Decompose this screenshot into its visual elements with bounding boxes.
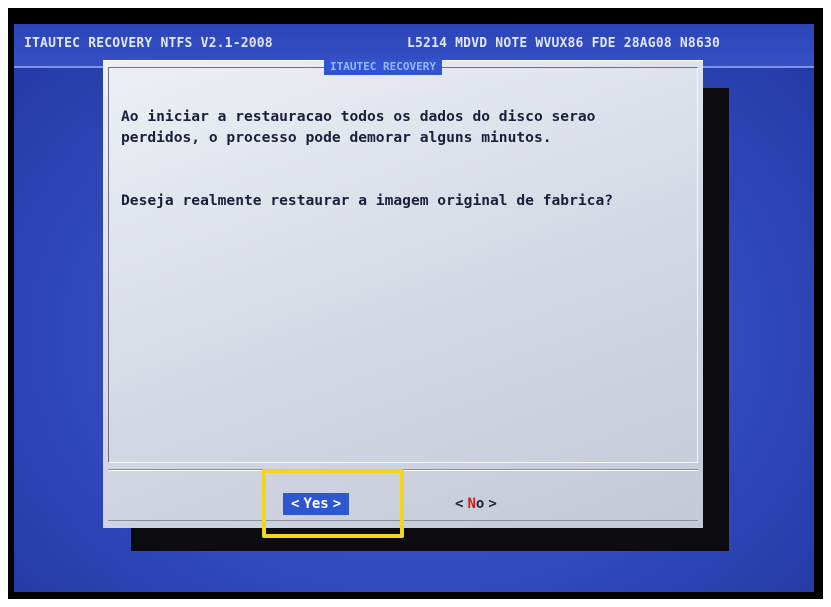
button-separator [108, 469, 698, 471]
dialog-bottom-rule [108, 520, 698, 521]
yes-button[interactable]: < Yes > [283, 493, 350, 515]
no-button[interactable]: < No > [447, 493, 505, 515]
no-hotkey-letter: N [467, 496, 476, 512]
confirm-dialog: ITAUTEC RECOVERY Ao iniciar a restauraca… [103, 59, 703, 528]
photo-frame: ITAUTEC RECOVERY NTFS V2.1-2008 L5214 MD… [0, 0, 831, 607]
dialog-body: ITAUTEC RECOVERY Ao iniciar a restauraca… [108, 59, 698, 463]
yes-button-label: Yes [303, 496, 329, 512]
message-line-1: Ao iniciar a restauracao todos os dados … [121, 108, 596, 125]
no-right-bracket: > [488, 496, 497, 512]
dialog-title: ITAUTEC RECOVERY [324, 59, 442, 75]
yes-right-bracket: > [332, 496, 342, 512]
header-build-info: L5214 MDVD NOTE WVUX86 FDE 28AG08 N8630 [407, 36, 721, 51]
no-left-bracket: < [455, 496, 464, 512]
yes-left-bracket: < [291, 496, 300, 512]
dialog-message: Ao iniciar a restauracao todos os dados … [121, 106, 691, 211]
header-title: ITAUTEC RECOVERY NTFS V2.1-2008 [24, 36, 273, 51]
message-line-2: perdidos, o processo pode demorar alguns… [121, 129, 552, 146]
dialog-question: Deseja realmente restaurar a imagem orig… [121, 192, 614, 209]
